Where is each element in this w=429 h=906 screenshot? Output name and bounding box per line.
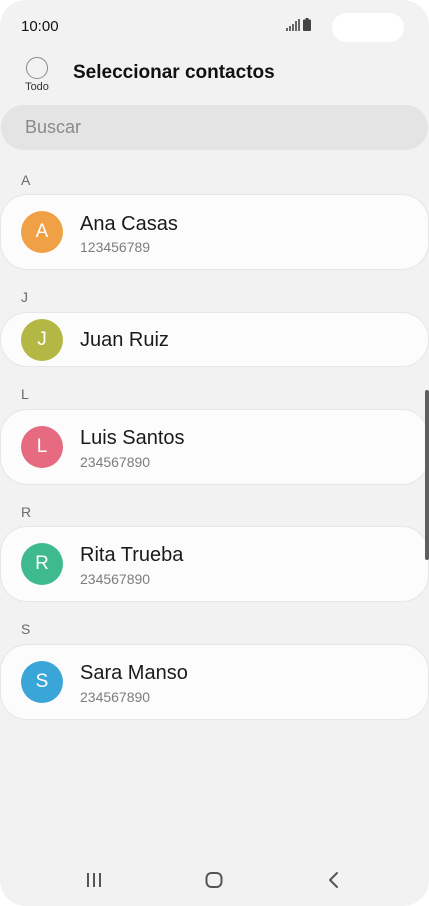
section-header-l: L: [21, 386, 29, 402]
select-all-checkbox[interactable]: Todo: [20, 57, 54, 95]
avatar: A: [21, 211, 63, 253]
section-header-j: J: [21, 289, 28, 305]
phone-screen: 10:00 Todo Seleccionar contactos A A Ana…: [0, 0, 429, 906]
signal-icon: [286, 19, 300, 31]
navigation-bar: [0, 856, 429, 906]
camera-cutout: [332, 13, 404, 42]
search-bar[interactable]: [1, 105, 428, 150]
scrollbar[interactable]: [425, 390, 429, 560]
contact-phone: 234567890: [80, 689, 151, 705]
contact-name: Luis Santos: [80, 427, 185, 449]
page-title: Seleccionar contactos: [73, 62, 275, 83]
contact-phone: 123456789: [80, 239, 151, 255]
status-bar: 10:00: [0, 0, 429, 52]
contact-name: Juan Ruiz: [80, 329, 169, 351]
contact-list-item[interactable]: J Juan Ruiz: [1, 313, 428, 366]
avatar: R: [21, 543, 63, 585]
contact-name: Rita Trueba: [80, 544, 184, 566]
contact-list-item[interactable]: L Luis Santos 234567890: [1, 410, 428, 484]
avatar: J: [21, 319, 63, 361]
section-header-a: A: [21, 172, 31, 188]
avatar: S: [21, 661, 63, 703]
battery-icon: [303, 18, 311, 31]
section-header-r: R: [21, 504, 32, 520]
home-icon[interactable]: [204, 870, 224, 890]
recent-apps-icon[interactable]: [84, 870, 104, 890]
section-header-s: S: [21, 621, 31, 637]
contact-name: Ana Casas: [80, 213, 178, 235]
select-all-label: Todo: [25, 81, 49, 93]
contact-phone: 234567890: [80, 571, 151, 587]
search-input[interactable]: [25, 105, 405, 150]
checkbox-circle-icon: [26, 57, 48, 79]
status-time: 10:00: [21, 18, 59, 35]
contact-phone: 234567890: [80, 454, 151, 470]
avatar: L: [21, 426, 63, 468]
back-icon[interactable]: [324, 870, 344, 890]
contact-name: Sara Manso: [80, 662, 188, 684]
contact-list-item[interactable]: A Ana Casas 123456789: [1, 195, 428, 269]
contact-list-item[interactable]: R Rita Trueba 234567890: [1, 527, 428, 601]
contact-list-item[interactable]: S Sara Manso 234567890: [1, 645, 428, 719]
